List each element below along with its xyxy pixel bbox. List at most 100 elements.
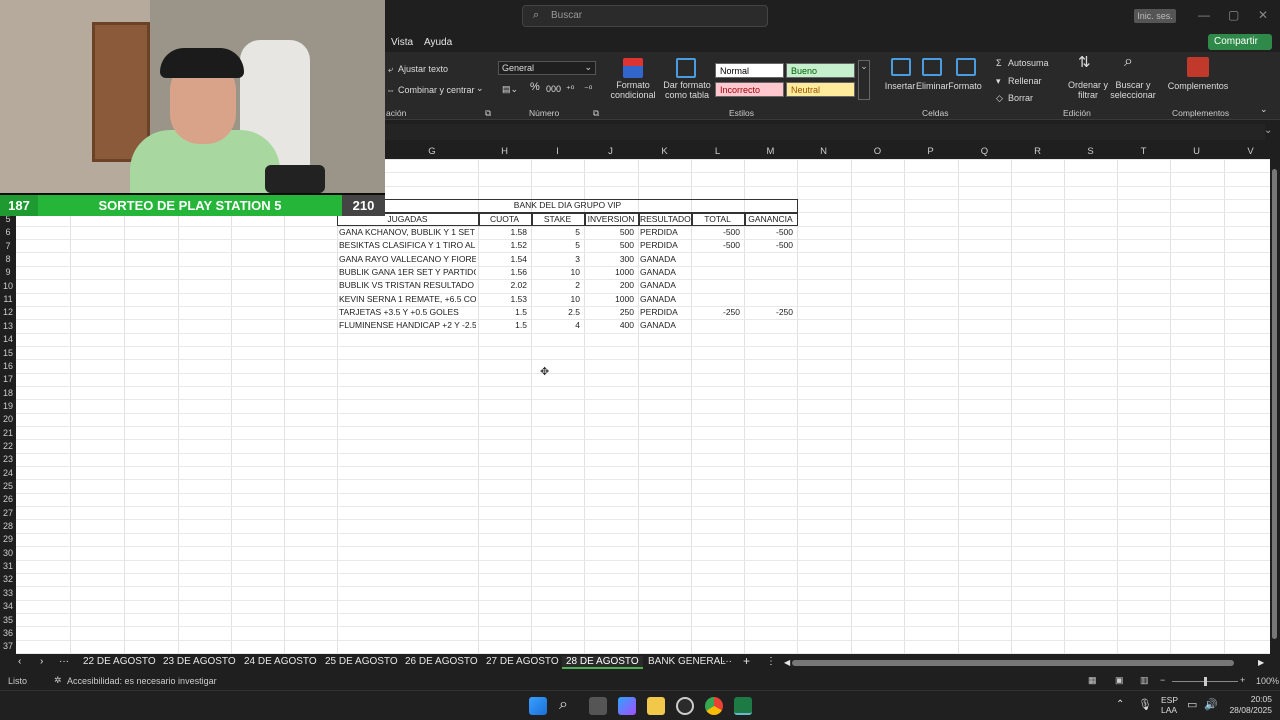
table-cell[interactable] — [691, 253, 742, 266]
table-cell[interactable]: 1000 — [584, 266, 636, 279]
currency-icon[interactable]: ▤⌄ — [502, 84, 518, 94]
page-break-icon[interactable]: ▥ — [1140, 675, 1149, 686]
horizontal-scroll-thumb[interactable] — [792, 660, 1234, 666]
row-header[interactable]: 15 — [0, 346, 16, 360]
table-cell[interactable]: PERDIDA — [638, 306, 689, 319]
table-cell[interactable]: 4 — [531, 319, 582, 332]
hscroll-right-icon[interactable]: ▶ — [1258, 658, 1264, 667]
table-format-button[interactable]: Dar formato como tabla — [660, 80, 714, 100]
style-neutral[interactable]: Neutral — [786, 82, 855, 97]
sheet-tab[interactable]: 26 DE AGOSTO — [405, 656, 478, 667]
row-header[interactable]: 33 — [0, 586, 16, 601]
close-icon[interactable]: ✕ — [1258, 8, 1268, 22]
table-column-header[interactable]: STAKE — [531, 213, 584, 226]
formula-expand-icon[interactable]: ⌄ — [1264, 125, 1272, 136]
row-header[interactable]: 35 — [0, 613, 16, 627]
add-sheet-icon[interactable]: + — [743, 654, 750, 668]
row-header[interactable]: 25 — [0, 480, 16, 494]
row-header[interactable]: 7 — [0, 239, 16, 254]
table-cell[interactable]: 500 — [584, 239, 636, 252]
column-header[interactable]: J — [584, 146, 637, 157]
row-header[interactable]: 36 — [0, 626, 16, 641]
volume-icon[interactable]: 🔊 — [1204, 698, 1218, 711]
row-header[interactable]: 30 — [0, 546, 16, 561]
table-cell[interactable]: 2.5 — [531, 306, 582, 319]
excel-icon[interactable] — [734, 697, 752, 715]
table-cell[interactable]: 1.58 — [478, 226, 529, 239]
column-header[interactable]: V — [1224, 146, 1277, 157]
page-layout-icon[interactable]: ▣ — [1115, 675, 1124, 686]
table-cell[interactable] — [744, 266, 795, 279]
tray-chevron-icon[interactable]: ⌃ — [1116, 699, 1124, 710]
row-header[interactable]: 6 — [0, 226, 16, 240]
row-header[interactable]: 19 — [0, 399, 16, 414]
language-indicator[interactable]: ESP LAA — [1161, 695, 1178, 715]
table-cell[interactable]: 1.54 — [478, 253, 529, 266]
table-cell[interactable] — [744, 279, 795, 292]
table-cell[interactable] — [691, 319, 742, 332]
alignment-launcher-icon[interactable]: ⧉ — [485, 108, 491, 119]
sheet-tab[interactable]: 27 DE AGOSTO — [486, 656, 559, 667]
table-cell[interactable]: 10 — [531, 266, 582, 279]
column-header[interactable]: K — [638, 146, 691, 157]
row-header[interactable]: 13 — [0, 319, 16, 334]
addins-button[interactable]: Complementos — [1166, 81, 1230, 91]
table-cell[interactable]: 5 — [531, 226, 582, 239]
column-header[interactable]: T — [1117, 146, 1170, 157]
row-header[interactable]: 8 — [0, 253, 16, 267]
column-header[interactable]: S — [1064, 146, 1117, 157]
network-icon[interactable]: ▭ — [1187, 698, 1197, 711]
table-cell[interactable] — [691, 279, 742, 292]
table-cell[interactable]: GANA KCHANOV, BUBLIK Y 1 SET C — [337, 226, 476, 239]
table-column-header[interactable]: GANANCIA — [744, 213, 797, 226]
table-cell[interactable]: 1.5 — [478, 319, 529, 332]
zoom-in-icon[interactable]: + — [1240, 675, 1245, 685]
table-cell[interactable] — [744, 293, 795, 306]
conditional-format-button[interactable]: Formato condicional — [606, 80, 660, 100]
style-normal[interactable]: Normal — [715, 63, 784, 78]
menu-ayuda[interactable]: Ayuda — [424, 37, 452, 48]
formula-input[interactable] — [385, 124, 1265, 140]
table-cell[interactable]: GANADA — [638, 266, 689, 279]
table-cell[interactable]: -250 — [744, 306, 795, 319]
table-cell[interactable]: BUBLIK VS TRISTAN RESULTADO SE — [337, 279, 476, 292]
tab-options-icon[interactable]: ⋮ — [766, 656, 776, 667]
number-launcher-icon[interactable]: ⧉ — [593, 108, 599, 119]
table-cell[interactable]: 1.52 — [478, 239, 529, 252]
row-header[interactable]: 31 — [0, 560, 16, 574]
table-column-header[interactable]: TOTAL — [691, 213, 744, 226]
table-cell[interactable] — [744, 253, 795, 266]
table-cell[interactable]: 250 — [584, 306, 636, 319]
table-cell[interactable]: TARJETAS +3.5 Y +0.5 GOLES — [337, 306, 476, 319]
spreadsheet-grid[interactable]: GHIJKLMNOPQRSTUV 5 6 7 8 9 10 11 12 13 14 15 16 17 18… — [0, 144, 1280, 654]
menu-vista[interactable]: Vista — [391, 37, 413, 48]
table-cell[interactable]: FLUMINENSE HANDICAP +2 Y -2.5 S — [337, 319, 476, 332]
row-header[interactable]: 24 — [0, 466, 16, 481]
copilot-icon[interactable] — [618, 697, 636, 715]
row-header[interactable]: 12 — [0, 306, 16, 320]
table-cell[interactable]: 5 — [531, 239, 582, 252]
table-cell[interactable]: PERDIDA — [638, 226, 689, 239]
table-cell[interactable]: 1.56 — [478, 266, 529, 279]
style-bad[interactable]: Incorrecto — [715, 82, 784, 97]
table-cell[interactable]: PERDIDA — [638, 239, 689, 252]
row-header[interactable]: 37 — [0, 640, 16, 654]
table-cell[interactable]: 3 — [531, 253, 582, 266]
row-header[interactable]: 26 — [0, 493, 16, 507]
hscroll-left-icon[interactable]: ◀ — [784, 658, 790, 667]
sheet-tab[interactable]: 22 DE AGOSTO — [83, 656, 156, 667]
row-header[interactable]: 22 — [0, 439, 16, 454]
row-header[interactable]: 28 — [0, 520, 16, 534]
table-cell[interactable]: KEVIN SERNA 1 REMATE, +6.5 CORI — [337, 293, 476, 306]
decrease-decimal-icon[interactable]: ⁻⁰ — [584, 84, 592, 94]
row-header[interactable]: 29 — [0, 533, 16, 547]
sheet-tab[interactable]: 24 DE AGOSTO — [244, 656, 317, 667]
table-cell[interactable]: 1000 — [584, 293, 636, 306]
column-header[interactable]: U — [1170, 146, 1223, 157]
table-cell[interactable]: 1.53 — [478, 293, 529, 306]
row-header[interactable]: 20 — [0, 413, 16, 427]
table-cell[interactable]: -500 — [691, 226, 742, 239]
column-header[interactable]: G — [386, 146, 478, 157]
row-header[interactable]: 14 — [0, 333, 16, 347]
styles-more-button[interactable]: ⌄ — [858, 60, 870, 100]
